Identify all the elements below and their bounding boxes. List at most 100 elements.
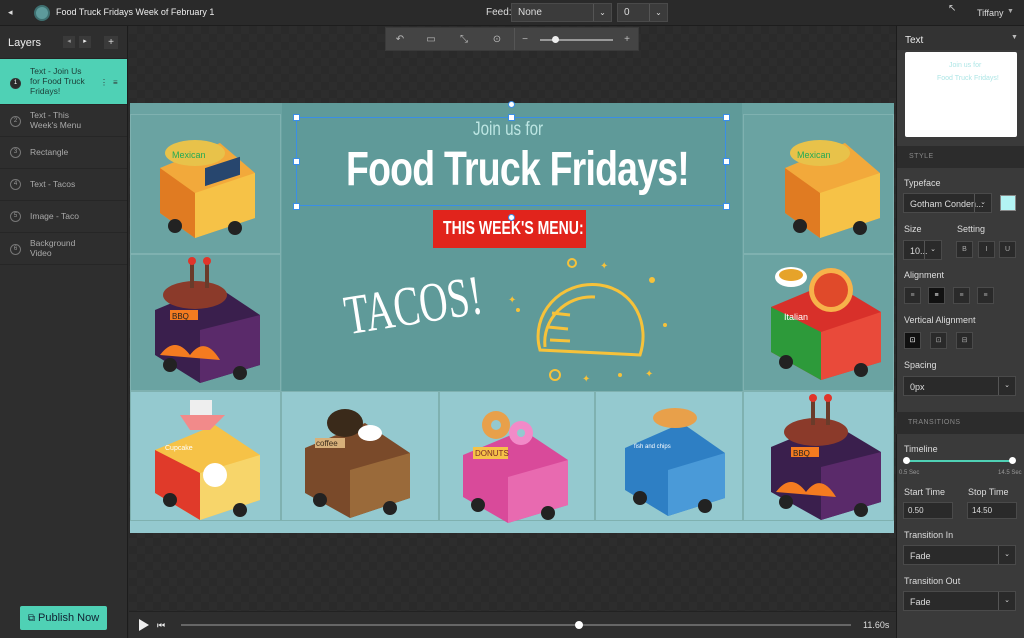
layer-item[interactable]: 2 Text - This Week's Menu: [0, 105, 127, 137]
start-time-label: Start Time: [904, 487, 946, 497]
timeline-start-handle[interactable]: [903, 457, 910, 464]
layer-number: 1: [10, 78, 21, 89]
layer-item[interactable]: 1 Text - Join Us for Food Truck Fridays!…: [0, 59, 127, 105]
svg-text:✦: ✦: [582, 374, 590, 385]
add-layer-button[interactable]: +: [104, 36, 118, 49]
align-justify-icon[interactable]: ≡: [977, 287, 994, 304]
chevron-down-icon: ⌄: [924, 241, 941, 259]
chevron-down-icon: ⌄: [974, 194, 991, 212]
transition-in-dropdown[interactable]: Fade ⌄: [903, 545, 1016, 565]
size-dropdown[interactable]: 10... ⌄: [903, 240, 942, 260]
setting-label: Setting: [957, 224, 986, 234]
donuts-truck-image: DONUTS: [463, 411, 568, 523]
layer-item[interactable]: 4 Text - Tacos: [0, 169, 127, 201]
playback-scrubber[interactable]: [181, 624, 851, 626]
layer-label: Background Video: [30, 238, 76, 258]
taco-icon[interactable]: ✦ ✦ ✦ ✦: [500, 255, 675, 385]
layer-number: 3: [10, 147, 21, 158]
transition-out-dropdown[interactable]: Fade ⌄: [903, 591, 1016, 611]
valign-top-icon[interactable]: ⊡: [904, 332, 921, 349]
undo-icon[interactable]: ↶: [393, 33, 407, 47]
layer-next-icon[interactable]: ▸: [79, 36, 91, 48]
bold-icon[interactable]: B: [956, 241, 973, 258]
canvas-toolbar: ↶ ▭ ⤡ ⊙ − +: [385, 27, 639, 51]
selection-box[interactable]: [296, 117, 726, 206]
drag-handle-icon[interactable]: ≡: [113, 78, 118, 87]
preview-line-2: Food Truck Fridays!: [937, 75, 999, 82]
crop-icon[interactable]: ▭: [424, 33, 438, 47]
stop-time-label: Stop Time: [968, 487, 1009, 497]
align-right-icon[interactable]: ≡: [953, 287, 970, 304]
align-left-icon[interactable]: ≡: [904, 287, 921, 304]
more-vertical-icon[interactable]: ⋮: [100, 78, 108, 87]
spacing-value: 0px: [910, 382, 925, 392]
play-icon[interactable]: [139, 619, 149, 631]
shrink-icon[interactable]: ⤡: [457, 33, 471, 47]
external-link-icon: ⧉: [27, 613, 35, 624]
underline-icon[interactable]: U: [999, 241, 1016, 258]
transition-in-label: Transition In: [904, 530, 954, 540]
timeline-range-slider[interactable]: [904, 460, 1013, 462]
layer-label: Text - Tacos: [30, 179, 76, 189]
italic-icon[interactable]: I: [978, 241, 995, 258]
font-color-swatch[interactable]: [1000, 195, 1016, 211]
layer-item[interactable]: 6 Background Video: [0, 233, 127, 265]
text-preview: Join us for Food Truck Fridays!: [905, 52, 1017, 137]
resize-handle[interactable]: [508, 114, 515, 121]
truck-label: Mexican: [797, 150, 831, 160]
feed-index-dropdown[interactable]: 0 ⌄: [617, 3, 668, 22]
timeline-end-handle[interactable]: [1009, 457, 1016, 464]
resize-handle[interactable]: [293, 158, 300, 165]
resize-handle[interactable]: [293, 203, 300, 210]
top-bar: ◂ Food Truck Fridays Week of February 1 …: [0, 0, 1024, 26]
resize-handle[interactable]: [723, 158, 730, 165]
transitions-section-title: TRANSITIONS: [908, 419, 961, 426]
start-time-input[interactable]: 0.50: [903, 502, 953, 519]
resize-handle[interactable]: [293, 114, 300, 121]
valign-middle-icon[interactable]: ⊡: [930, 332, 947, 349]
layer-item[interactable]: 5 Image - Taco: [0, 201, 127, 233]
feed-index-value: 0: [624, 7, 630, 18]
mexican-truck-image: Mexican: [160, 140, 255, 238]
skip-back-icon[interactable]: ⏮: [157, 620, 165, 631]
feed-dropdown[interactable]: None ⌄: [511, 3, 612, 22]
back-icon[interactable]: ◂: [8, 7, 18, 19]
publish-now-button[interactable]: ⧉ Publish Now: [20, 606, 107, 630]
layers-title: Layers: [8, 37, 42, 49]
center-icon[interactable]: ⊙: [490, 33, 504, 47]
stop-time-input[interactable]: 14.50: [967, 502, 1017, 519]
style-section-title: STYLE: [909, 153, 934, 160]
align-center-icon[interactable]: ≡: [928, 287, 945, 304]
zoom-in-icon[interactable]: +: [620, 33, 634, 47]
timeline-max-label: 14.5 Sec: [998, 470, 1022, 476]
truck-label: DONUTS: [475, 449, 509, 458]
chevron-down-icon: ⌄: [649, 4, 667, 21]
spacing-dropdown[interactable]: 0px ⌄: [903, 376, 1016, 396]
app-logo-icon: [34, 5, 50, 21]
rotate-handle[interactable]: [508, 101, 515, 108]
layer-label: Text - Join Us for Food Truck Fridays!: [30, 66, 85, 96]
zoom-slider[interactable]: [540, 39, 613, 41]
caret-down-icon[interactable]: ▼: [1007, 8, 1014, 15]
playback-bar: ⏮ 11.60s: [129, 611, 896, 638]
transitions-section-header: TRANSITIONS: [896, 412, 1024, 434]
truck-label: fish and chips: [634, 444, 671, 450]
caret-down-icon[interactable]: ▼: [1011, 34, 1018, 41]
mexican-truck-image-2: Mexican: [785, 140, 880, 238]
chevron-down-icon: ⌄: [998, 546, 1015, 564]
user-menu[interactable]: Tiffany: [977, 8, 1004, 18]
typeface-dropdown[interactable]: Gotham Conden... ⌄: [903, 193, 992, 213]
layer-label: Text - This Week's Menu: [30, 110, 82, 130]
resize-handle[interactable]: [723, 203, 730, 210]
timeline-min-label: 0.5 Sec: [899, 470, 920, 476]
zoom-out-icon[interactable]: −: [518, 33, 532, 47]
layer-item[interactable]: 3 Rectangle: [0, 137, 127, 169]
truck-label: Cupcake: [165, 445, 193, 452]
anchor-handle[interactable]: [508, 214, 515, 221]
resize-handle[interactable]: [723, 114, 730, 121]
valign-bottom-icon[interactable]: ⊟: [956, 332, 973, 349]
zoom-slider-handle[interactable]: [552, 36, 559, 43]
playback-scrubber-handle[interactable]: [574, 621, 583, 629]
properties-title: Text: [905, 35, 924, 46]
layer-prev-icon[interactable]: ◂: [63, 36, 75, 48]
